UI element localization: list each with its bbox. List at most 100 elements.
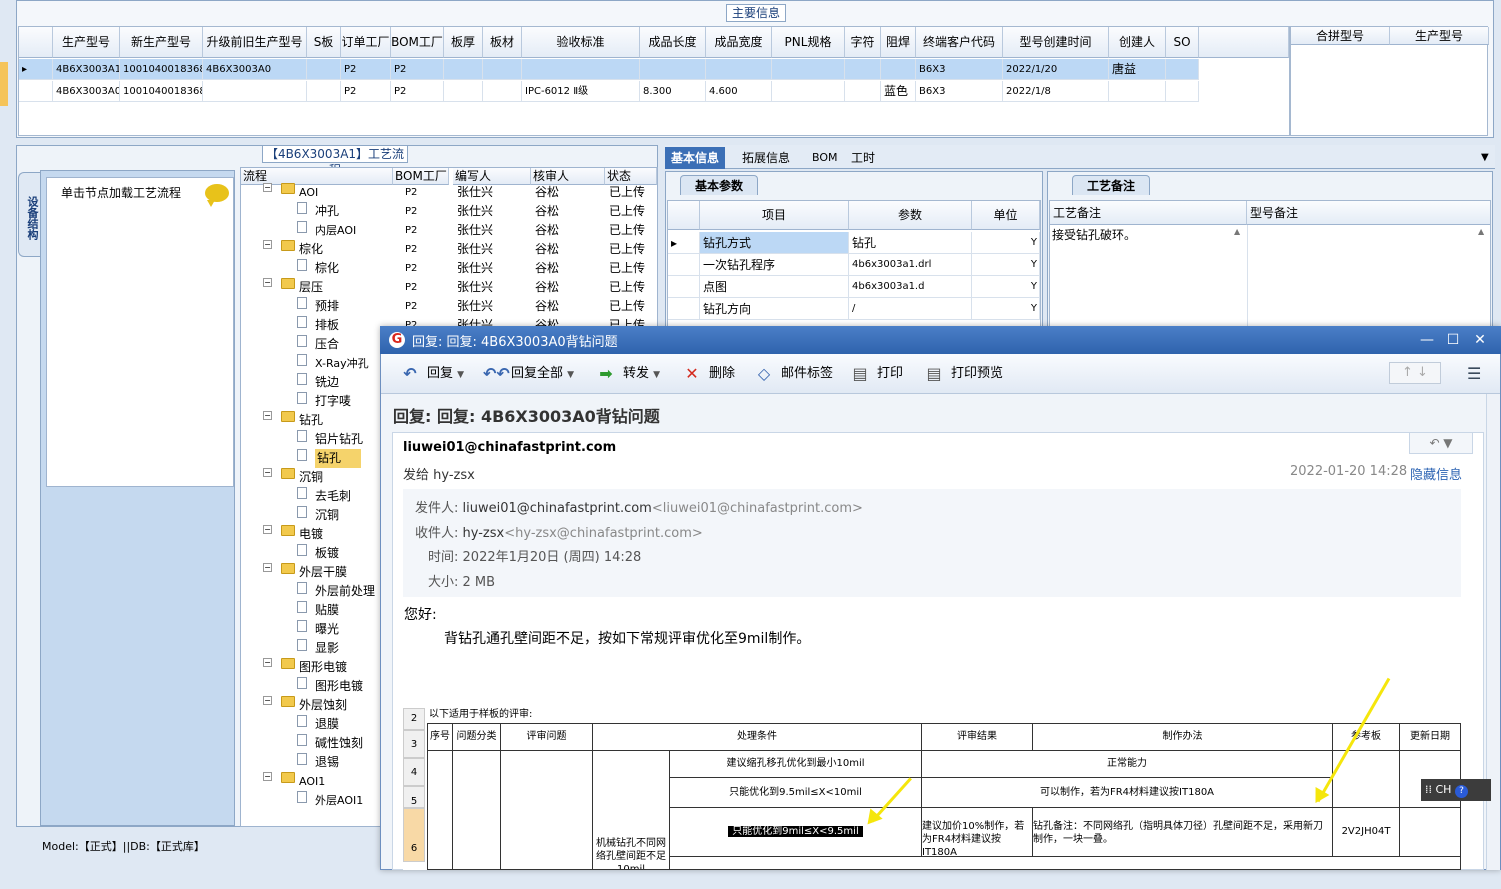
reply-all-button[interactable]: ↶↶回复全部 ▼ xyxy=(483,362,574,386)
table-cell[interactable] xyxy=(772,59,845,80)
table-cell[interactable] xyxy=(483,59,522,80)
mail-tag-button[interactable]: ◇ 邮件标签 xyxy=(753,362,833,386)
table-cell[interactable]: 蓝色 xyxy=(881,81,916,102)
process-note-text[interactable]: 接受钻孔破环。 xyxy=(1052,226,1136,243)
collapse-toggle-icon[interactable]: − xyxy=(263,240,272,249)
collapse-toggle-icon[interactable]: − xyxy=(263,411,272,420)
table-cell[interactable] xyxy=(706,59,772,80)
flow-node-label[interactable]: 棕化 xyxy=(299,240,323,259)
flow-node-label[interactable]: 预排 xyxy=(315,297,339,316)
collapse-toggle-icon[interactable]: − xyxy=(263,278,272,287)
params-cell[interactable]: 一次钻孔程序 xyxy=(700,254,849,276)
help-icon[interactable]: ? xyxy=(1454,785,1468,798)
flow-tree-row[interactable]: 棕化 P2 张仕兴 谷松 已上传 xyxy=(241,259,657,278)
flow-node-label[interactable]: 铝片钻孔 xyxy=(315,430,363,449)
table-cell[interactable] xyxy=(483,81,522,102)
side-column-header[interactable]: 合拼型号 xyxy=(1291,27,1390,45)
flow-node-label[interactable]: 退锡 xyxy=(315,753,339,772)
flow-tree-row[interactable]: 冲孔 P2 张仕兴 谷松 已上传 xyxy=(241,202,657,221)
column-header[interactable]: 升级前旧生产型号 xyxy=(203,27,307,58)
table-cell[interactable]: 4B6X3003A1 xyxy=(53,59,120,80)
params-cell[interactable]: 点图 xyxy=(700,276,849,298)
flow-node-label[interactable]: 外层干膜 xyxy=(299,563,347,582)
flow-node-label[interactable]: 贴膜 xyxy=(315,601,339,620)
flow-tree-row[interactable]: 内层AOI P2 张仕兴 谷松 已上传 xyxy=(241,221,657,240)
chat-bubble-icon[interactable] xyxy=(205,184,229,207)
row-indicator[interactable] xyxy=(668,276,700,298)
print-button[interactable]: ▤ 打印 xyxy=(849,362,903,386)
flow-tree-row[interactable]: − 棕化 P2 张仕兴 谷松 已上传 xyxy=(241,240,657,259)
params-cell[interactable]: Y xyxy=(972,254,1040,276)
flow-node-label[interactable]: X-Ray冲孔 xyxy=(315,354,369,373)
table-cell[interactable] xyxy=(772,81,845,102)
flow-node-label[interactable]: 钻孔 xyxy=(315,449,362,468)
params-cell[interactable]: Y xyxy=(972,276,1040,298)
flow-node-label[interactable]: 层压 xyxy=(299,278,323,297)
table-cell[interactable] xyxy=(444,81,483,102)
flow-node-label[interactable]: 内层AOI xyxy=(315,221,356,240)
params-cell[interactable]: 钻孔方向 xyxy=(700,298,849,320)
table-cell[interactable] xyxy=(640,59,706,80)
recipient-name[interactable]: hy-zsx xyxy=(463,526,505,541)
params-cell[interactable]: 4b6x3003a1.drl xyxy=(849,254,972,276)
flow-node-label[interactable]: 冲孔 xyxy=(315,202,339,221)
table-cell[interactable]: P2 xyxy=(341,59,391,80)
collapse-toggle-icon[interactable]: − xyxy=(263,563,272,572)
table-cell[interactable]: B6X3 xyxy=(916,81,1003,102)
column-header[interactable]: PNL规格 xyxy=(772,27,845,58)
flow-node-label[interactable]: 外层前处理 xyxy=(315,582,375,601)
process-notes-tab[interactable]: 工艺备注 xyxy=(1072,175,1151,195)
column-header[interactable]: 创建人 xyxy=(1109,27,1166,58)
tabs-dropdown-icon[interactable]: ▼ xyxy=(1475,147,1495,169)
flow-node-label[interactable]: 沉铜 xyxy=(299,468,323,487)
table-cell[interactable]: 8.300 xyxy=(640,81,706,102)
scroll-up-icon[interactable]: ▲ xyxy=(1234,227,1240,236)
flow-node-label[interactable]: 棕化 xyxy=(315,259,339,278)
column-header[interactable]: 验收标准 xyxy=(522,27,640,58)
node-box[interactable]: 单击节点加载工艺流程 xyxy=(46,177,234,487)
table-cell[interactable] xyxy=(1109,81,1166,102)
flow-node-label[interactable]: 压合 xyxy=(315,335,339,354)
row-indicator[interactable] xyxy=(668,298,700,320)
column-header[interactable]: 字符 xyxy=(845,27,881,58)
column-header[interactable]: 新生产型号 xyxy=(120,27,203,58)
table-cell[interactable] xyxy=(444,59,483,80)
flow-node-label[interactable]: 外层蚀刻 xyxy=(299,696,347,715)
flow-node-label[interactable]: 板镀 xyxy=(315,544,339,563)
table-cell[interactable]: B6X3 xyxy=(916,59,1003,80)
flow-node-label[interactable]: AOI xyxy=(299,183,318,202)
side-column-header[interactable]: 生产型号 xyxy=(1390,27,1489,45)
table-cell[interactable] xyxy=(1166,81,1199,102)
collapse-toggle-icon[interactable]: − xyxy=(263,696,272,705)
hide-info-link[interactable]: 隐藏信息 xyxy=(1410,464,1462,483)
table-cell[interactable]: P2 xyxy=(391,81,444,102)
flow-tree-row[interactable]: − AOI P2 张仕兴 谷松 已上传 xyxy=(241,183,657,202)
row-indicator[interactable] xyxy=(668,254,700,276)
flow-node-label[interactable]: AOI1 xyxy=(299,772,325,791)
params-column-header[interactable]: 参数 xyxy=(849,201,972,230)
collapse-toggle-icon[interactable]: − xyxy=(263,772,272,781)
email-titlebar[interactable]: G 回复: 回复: 4B6X3003A0背钻问题 — ☐ ✕ xyxy=(380,326,1501,354)
tab-extended-info[interactable]: 拓展信息 xyxy=(736,147,796,169)
menu-list-icon[interactable]: ☰ xyxy=(1467,362,1481,386)
table-cell[interactable] xyxy=(1166,59,1199,80)
collapse-toggle-icon[interactable]: − xyxy=(263,183,272,192)
merge-model-grid[interactable]: 合拼型号 生产型号 xyxy=(1290,26,1489,136)
delete-button[interactable]: ✕ 删除 xyxy=(681,362,735,386)
flow-node-label[interactable]: 曝光 xyxy=(315,620,339,639)
table-cell[interactable]: 10010400183687 xyxy=(120,81,203,102)
table-cell[interactable]: 10010400183687 xyxy=(120,59,203,80)
flow-node-label[interactable]: 图形电镀 xyxy=(315,677,363,696)
table-cell[interactable] xyxy=(307,81,341,102)
column-header[interactable]: 订单工厂 xyxy=(341,27,391,58)
table-cell[interactable] xyxy=(845,81,881,102)
scroll-up-icon[interactable]: ▲ xyxy=(1478,227,1484,236)
column-header[interactable]: 板材 xyxy=(483,27,522,58)
table-cell[interactable]: 唐益 xyxy=(1109,59,1166,80)
column-header[interactable]: 成品长度 xyxy=(640,27,706,58)
table-cell[interactable]: 4B6X3003A0 xyxy=(53,81,120,102)
table-cell[interactable]: 4.600 xyxy=(706,81,772,102)
table-cell[interactable]: P2 xyxy=(391,59,444,80)
column-header[interactable]: 生产型号 xyxy=(53,27,120,58)
ime-indicator[interactable]: ⁞⁞ CH ? xyxy=(1421,779,1491,801)
